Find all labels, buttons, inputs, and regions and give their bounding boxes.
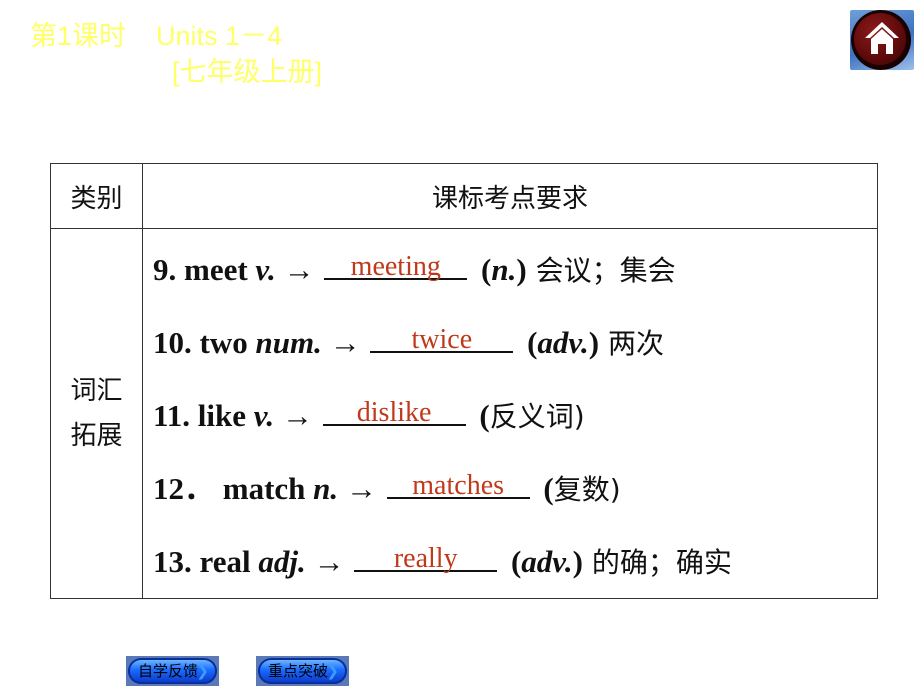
target-pos: n. (491, 252, 517, 287)
answer-blank[interactable]: really (354, 536, 498, 574)
grade-label: [七年级上册] (172, 57, 323, 87)
arrow-icon: → (338, 471, 385, 506)
item-meaning: 的确；确实 (582, 546, 732, 579)
item-meaning: 反义词) (489, 400, 585, 433)
item-pos: num. (255, 325, 322, 360)
lesson-number: 第1课时 (30, 21, 127, 51)
item-meaning: 会议；集会 (526, 254, 676, 287)
vocab-item: 11. like v. → dislike (反义词) (143, 379, 877, 452)
item-word: 12． match (153, 471, 314, 506)
category-cell: 词汇 拓展 (50, 228, 143, 599)
category-line-2: 拓展 (70, 420, 123, 451)
answer-text: meeting (350, 251, 441, 282)
items-cell: 9. meet v. → meeting (n.) 会议；集会 10. two … (142, 228, 878, 599)
button-label: 自学反馈 (138, 662, 199, 680)
header-requirements: 课标考点要求 (142, 163, 878, 229)
item-word: 13. real (153, 544, 259, 579)
units-range: Units 1－4 (156, 21, 283, 51)
chevron-right-icon: ❯ (326, 662, 339, 680)
item-pos: v. (255, 252, 276, 287)
paren-close: ) (588, 325, 600, 360)
item-pos: n. (313, 471, 339, 506)
item-meaning: 两次 (599, 327, 664, 360)
item-pos: v. (253, 398, 275, 433)
paren-open: ( (535, 471, 554, 506)
button-label: 重点突破 (268, 662, 329, 680)
home-button[interactable] (850, 10, 914, 70)
item-word: 11. like (153, 398, 254, 433)
vocabulary-table: 类别 课标考点要求 词汇 拓展 9. meet v. → meeting (n.… (50, 163, 878, 599)
item-pos: adj. (258, 544, 306, 579)
category-line-1: 词汇 (70, 375, 123, 406)
arrow-icon: → (275, 252, 323, 287)
paren-open: ( (503, 544, 522, 579)
self-study-feedback-button[interactable]: 自学反馈 ❯ (128, 658, 217, 684)
paren-close: ) (572, 544, 583, 579)
lesson-title: 第1课时 Units 1－4 (30, 14, 282, 53)
paren-open: ( (471, 398, 490, 433)
answer-text: twice (411, 324, 473, 355)
paren-open: ( (519, 325, 538, 360)
answer-blank[interactable]: meeting (324, 244, 468, 282)
target-pos: adv. (521, 544, 573, 579)
table-header-row: 类别 课标考点要求 (50, 163, 878, 229)
vocab-item: 13. real adj. → really (adv.) 的确；确实 (143, 525, 877, 598)
vocab-item: 12． match n. → matches (复数) (143, 452, 877, 525)
answer-text: matches (412, 470, 505, 501)
key-points-button[interactable]: 重点突破 ❯ (258, 658, 347, 684)
vocab-item: 10. two num. → twice (adv.) 两次 (143, 306, 877, 379)
home-icon (865, 22, 899, 54)
item-word: 9. meet (153, 252, 256, 287)
table-body-row: 词汇 拓展 9. meet v. → meeting (n.) 会议；集会 10… (50, 228, 878, 599)
answer-text: really (393, 543, 458, 574)
paren-open: ( (473, 252, 492, 287)
vocab-item: 9. meet v. → meeting (n.) 会议；集会 (143, 233, 877, 306)
answer-blank[interactable]: dislike (322, 390, 466, 428)
item-word: 10. two (153, 325, 256, 360)
chevron-right-icon: ❯ (196, 662, 209, 680)
arrow-icon: → (274, 398, 321, 433)
header-category: 类别 (50, 163, 143, 229)
item-meaning: 复数) (553, 473, 621, 506)
paren-close: ) (516, 252, 527, 287)
answer-blank[interactable]: matches (386, 463, 530, 501)
arrow-icon: → (305, 544, 353, 579)
answer-blank[interactable]: twice (370, 317, 514, 355)
answer-text: dislike (356, 397, 432, 428)
arrow-icon: → (321, 325, 369, 360)
target-pos: adv. (537, 325, 589, 360)
